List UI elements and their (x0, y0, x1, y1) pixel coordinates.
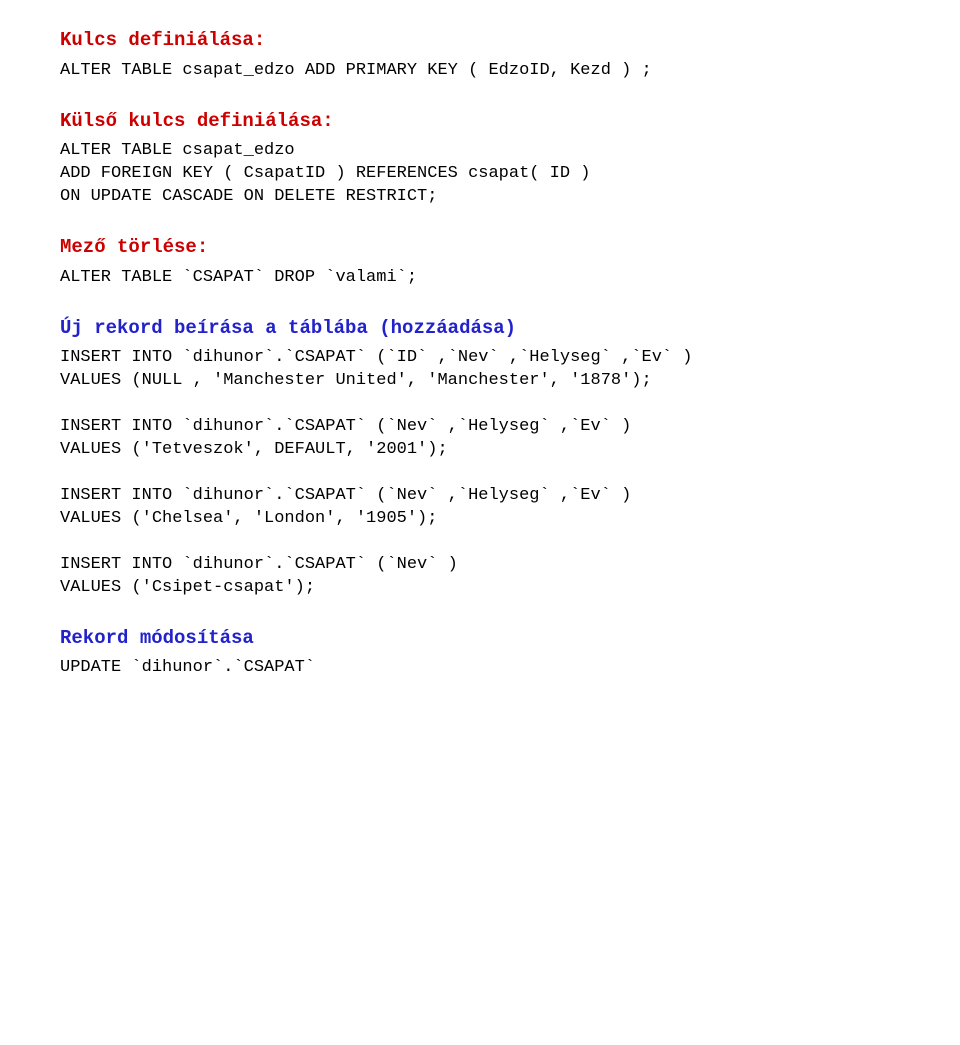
heading-update-record: Rekord módosítása (60, 626, 920, 652)
section-foreign-key: Külső kulcs definiálása: ALTER TABLE csa… (60, 109, 920, 209)
sql-update-record: UPDATE `dihunor`.`CSAPAT` (60, 657, 920, 680)
sql-insert-record: INSERT INTO `dihunor`.`CSAPAT` (`ID` ,`N… (60, 347, 920, 599)
sql-field-delete: ALTER TABLE `CSAPAT` DROP `valami`; (60, 267, 920, 290)
section-key-definition: Kulcs definiálása: ALTER TABLE csapat_ed… (60, 28, 920, 83)
section-insert-record: Új rekord beírása a táblába (hozzáadása)… (60, 316, 920, 600)
heading-key-definition: Kulcs definiálása: (60, 28, 920, 54)
sql-foreign-key: ALTER TABLE csapat_edzo ADD FOREIGN KEY … (60, 140, 920, 209)
section-field-delete: Mező törlése: ALTER TABLE `CSAPAT` DROP … (60, 235, 920, 290)
heading-field-delete: Mező törlése: (60, 235, 920, 261)
sql-key-definition: ALTER TABLE csapat_edzo ADD PRIMARY KEY … (60, 60, 920, 83)
heading-foreign-key: Külső kulcs definiálása: (60, 109, 920, 135)
section-update-record: Rekord módosítása UPDATE `dihunor`.`CSAP… (60, 626, 920, 681)
heading-insert-record: Új rekord beírása a táblába (hozzáadása) (60, 316, 920, 342)
